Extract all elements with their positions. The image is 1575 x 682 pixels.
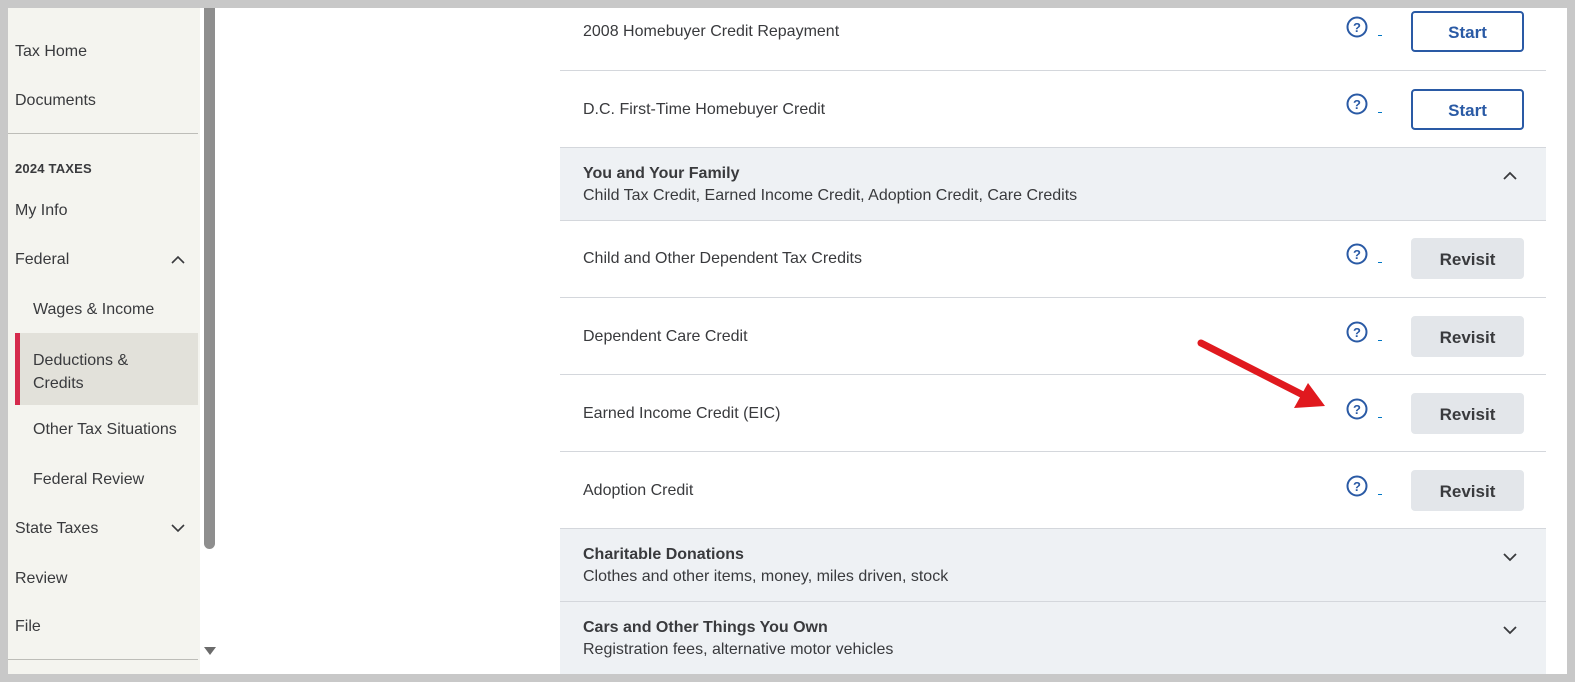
help-button[interactable]: ?	[1346, 243, 1382, 273]
list-item: 2008 Homebuyer Credit Repayment ? Start	[560, 8, 1546, 71]
list-item: Earned Income Credit (EIC) ? Revisit	[560, 375, 1546, 452]
sidebar-item-review[interactable]: Review	[15, 570, 67, 588]
chevron-down-icon[interactable]	[170, 520, 186, 536]
scrollbar-thumb[interactable]	[204, 8, 215, 549]
help-button[interactable]: ?	[1346, 16, 1382, 46]
list-item: D.C. First-Time Homebuyer Credit ? Start	[560, 71, 1546, 148]
sidebar-item-deductions-credits[interactable]: Deductions & Credits	[33, 349, 163, 395]
group-title: You and Your Family	[583, 165, 740, 182]
revisit-button[interactable]: Revisit	[1411, 470, 1524, 511]
row-label: Adoption Credit	[583, 482, 694, 499]
sidebar-item-federal[interactable]: Federal	[15, 251, 69, 269]
svg-text:?: ?	[1353, 325, 1361, 340]
chevron-down-icon[interactable]	[1502, 549, 1518, 565]
help-circle-icon: ?	[1346, 475, 1368, 497]
help-button[interactable]: ?	[1346, 321, 1382, 351]
sidebar-item-documents[interactable]: Documents	[15, 92, 96, 110]
help-link-underline	[1378, 112, 1382, 113]
group-header-charitable-donations[interactable]: Charitable Donations Clothes and other i…	[560, 529, 1546, 602]
row-label: 2008 Homebuyer Credit Repayment	[583, 23, 840, 40]
sidebar-item-other-tax-situations[interactable]: Other Tax Situations	[33, 421, 177, 439]
group-subtitle: Child Tax Credit, Earned Income Credit, …	[583, 187, 1078, 204]
svg-text:?: ?	[1353, 402, 1361, 417]
group-header-you-and-your-family[interactable]: You and Your Family Child Tax Credit, Ea…	[560, 148, 1546, 221]
group-header-cars-and-other-things[interactable]: Cars and Other Things You Own Registrati…	[560, 602, 1546, 674]
app-window: Tax Home Documents 2024 TAXES My Info Fe…	[8, 8, 1567, 674]
sidebar-section-title: 2024 TAXES	[15, 161, 92, 176]
help-button[interactable]: ?	[1346, 93, 1382, 123]
svg-text:?: ?	[1353, 97, 1361, 112]
sidebar-item-file[interactable]: File	[15, 618, 41, 636]
svg-text:?: ?	[1353, 20, 1361, 35]
help-circle-icon: ?	[1346, 398, 1368, 420]
group-subtitle: Clothes and other items, money, miles dr…	[583, 568, 949, 585]
start-button[interactable]: Start	[1411, 89, 1524, 130]
help-button[interactable]: ?	[1346, 475, 1382, 505]
group-subtitle: Registration fees, alternative motor veh…	[583, 641, 894, 658]
sidebar-item-wages-income[interactable]: Wages & Income	[33, 301, 154, 319]
scroll-down-arrow-icon[interactable]	[203, 646, 217, 656]
help-link-underline	[1378, 340, 1382, 341]
row-label: Child and Other Dependent Tax Credits	[583, 250, 862, 267]
help-circle-icon: ?	[1346, 321, 1368, 343]
sidebar: Tax Home Documents 2024 TAXES My Info Fe…	[8, 8, 220, 674]
revisit-button[interactable]: Revisit	[1411, 238, 1524, 279]
sidebar-active-indicator	[15, 333, 20, 405]
chevron-up-icon[interactable]	[1502, 168, 1518, 184]
chevron-up-icon[interactable]	[170, 252, 186, 268]
row-label: Earned Income Credit (EIC)	[583, 405, 781, 422]
row-label: Dependent Care Credit	[583, 328, 748, 345]
help-circle-icon: ?	[1346, 93, 1368, 115]
help-link-underline	[1378, 262, 1382, 263]
sidebar-divider	[8, 133, 198, 134]
help-link-underline	[1378, 35, 1382, 36]
group-title: Cars and Other Things You Own	[583, 619, 828, 636]
list-item: Child and Other Dependent Tax Credits ? …	[560, 221, 1546, 298]
row-label: D.C. First-Time Homebuyer Credit	[583, 101, 826, 118]
help-button[interactable]: ?	[1346, 398, 1382, 428]
revisit-button[interactable]: Revisit	[1411, 393, 1524, 434]
svg-text:?: ?	[1353, 479, 1361, 494]
svg-text:?: ?	[1353, 247, 1361, 262]
group-title: Charitable Donations	[583, 546, 744, 563]
sidebar-divider	[8, 659, 198, 660]
sidebar-item-my-info[interactable]: My Info	[15, 202, 67, 220]
help-circle-icon: ?	[1346, 243, 1368, 265]
list-item: Dependent Care Credit ? Revisit	[560, 298, 1546, 375]
chevron-down-icon[interactable]	[1502, 622, 1518, 638]
revisit-button[interactable]: Revisit	[1411, 316, 1524, 357]
sidebar-item-tax-home[interactable]: Tax Home	[15, 43, 87, 61]
list-item: Adoption Credit ? Revisit	[560, 452, 1546, 529]
help-link-underline	[1378, 417, 1382, 418]
start-button[interactable]: Start	[1411, 11, 1524, 52]
sidebar-item-state-taxes[interactable]: State Taxes	[15, 520, 98, 538]
sidebar-item-federal-review[interactable]: Federal Review	[33, 471, 144, 489]
help-circle-icon: ?	[1346, 16, 1368, 38]
help-link-underline	[1378, 494, 1382, 495]
